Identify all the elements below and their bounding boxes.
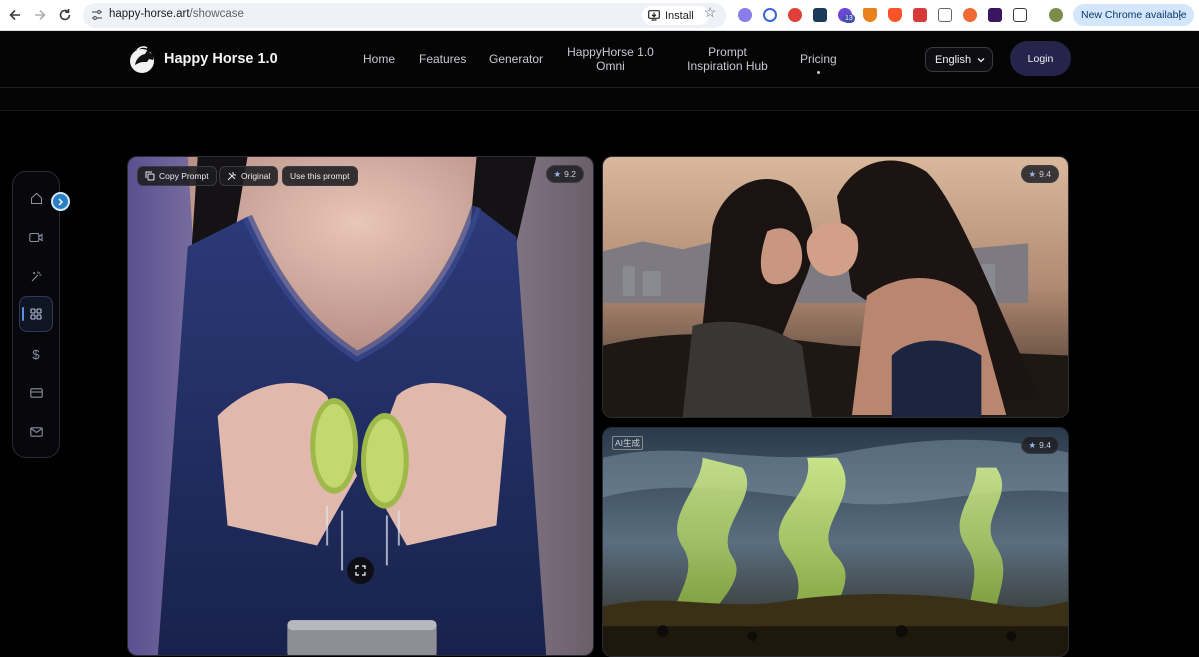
update-label: New Chrome available bbox=[1081, 9, 1187, 21]
chrome-update-button[interactable]: New Chrome available ⋮ bbox=[1073, 4, 1194, 26]
rating-value: 9.2 bbox=[564, 169, 576, 179]
showcase-card[interactable]: ★ 9.4 bbox=[602, 156, 1069, 418]
install-app-button[interactable]: Install bbox=[642, 6, 709, 25]
dock-expand-toggle[interactable] bbox=[51, 192, 70, 211]
more-menu-icon[interactable]: ⋮ bbox=[1174, 8, 1186, 22]
chevron-right-icon bbox=[58, 198, 63, 205]
fullscreen-button[interactable] bbox=[347, 557, 374, 584]
star-icon: ★ bbox=[1028, 439, 1037, 450]
rating-value: 9.4 bbox=[1039, 169, 1051, 179]
video-thumbnail bbox=[603, 157, 1068, 417]
video-icon bbox=[29, 232, 43, 242]
dock-home[interactable] bbox=[25, 187, 47, 209]
login-button[interactable]: Login bbox=[1010, 41, 1071, 76]
magic-off-icon bbox=[227, 172, 236, 181]
use-prompt-button[interactable]: Use this prompt bbox=[282, 166, 358, 186]
rating-badge: ★ 9.2 bbox=[545, 165, 584, 183]
dock-pricing[interactable]: $ bbox=[25, 343, 47, 365]
header-divider-strip bbox=[0, 88, 1199, 111]
grid-icon bbox=[30, 308, 42, 320]
extension-icon[interactable] bbox=[963, 8, 977, 22]
card-icon bbox=[29, 388, 43, 398]
dock-billing[interactable] bbox=[25, 382, 47, 404]
side-dock: $ bbox=[12, 171, 60, 458]
nav-features[interactable]: Features bbox=[419, 52, 466, 66]
profile-avatar[interactable] bbox=[1049, 8, 1063, 22]
nav-generator[interactable]: Generator bbox=[489, 52, 543, 66]
extension-icon[interactable] bbox=[763, 8, 777, 22]
nav-home[interactable]: Home bbox=[363, 52, 395, 66]
dollar-icon: $ bbox=[32, 346, 40, 362]
showcase-card[interactable]: AI生成 ★ 9.4 bbox=[602, 427, 1069, 657]
star-icon: ★ bbox=[553, 168, 562, 179]
copy-prompt-label: Copy Prompt bbox=[159, 171, 209, 181]
forward-arrow-icon[interactable] bbox=[30, 6, 50, 24]
copy-prompt-button[interactable]: Copy Prompt bbox=[137, 166, 217, 186]
back-arrow-icon[interactable] bbox=[5, 6, 25, 24]
video-thumbnail bbox=[603, 428, 1068, 656]
bookmark-star-icon[interactable]: ☆ bbox=[702, 4, 718, 20]
dock-contact[interactable] bbox=[25, 421, 47, 443]
extension-badge: 13 bbox=[843, 14, 855, 23]
extension-icon[interactable] bbox=[813, 8, 827, 22]
star-icon: ★ bbox=[1028, 168, 1037, 179]
browser-toolbar: happy-horse.art/showcase Install ☆ 13 Ne… bbox=[0, 0, 1199, 31]
sparkle-icon bbox=[31, 271, 41, 281]
ai-generated-tag: AI生成 bbox=[612, 436, 644, 450]
language-value: English bbox=[935, 53, 972, 66]
copy-icon bbox=[145, 171, 155, 181]
extension-icon[interactable]: 13 bbox=[838, 8, 855, 23]
address-bar[interactable]: happy-horse.art/showcase Install bbox=[83, 3, 726, 28]
horse-logo-icon[interactable] bbox=[128, 44, 156, 74]
rating-badge: ★ 9.4 bbox=[1020, 436, 1059, 454]
language-select[interactable]: English bbox=[925, 47, 993, 72]
use-prompt-label: Use this prompt bbox=[290, 171, 350, 181]
brand-name[interactable]: Happy Horse 1.0 bbox=[164, 51, 278, 67]
install-label: Install bbox=[665, 9, 694, 22]
brave-icon[interactable] bbox=[888, 8, 902, 22]
mail-icon bbox=[29, 427, 43, 437]
site-header: Happy Horse 1.0 Home Features Generator … bbox=[0, 31, 1199, 88]
adblock-icon[interactable] bbox=[788, 8, 802, 22]
site-settings-icon[interactable] bbox=[91, 9, 103, 21]
extension-icon[interactable] bbox=[913, 8, 927, 22]
url-text: happy-horse.art/showcase bbox=[109, 8, 244, 20]
home-icon bbox=[30, 192, 42, 204]
rating-value: 9.4 bbox=[1039, 440, 1051, 450]
extension-icon[interactable] bbox=[988, 8, 1002, 22]
nav-pricing[interactable]: Pricing bbox=[800, 52, 837, 74]
dock-showcase[interactable] bbox=[19, 296, 53, 332]
puzzle-extensions-icon[interactable] bbox=[1013, 8, 1027, 22]
chevron-down-icon bbox=[977, 57, 985, 62]
original-label: Original bbox=[241, 171, 271, 181]
showcase-card-featured[interactable]: Copy Prompt Original Use this prompt ★ 9… bbox=[127, 156, 594, 656]
expand-icon bbox=[355, 565, 366, 576]
nav-prompt-inspiration-hub[interactable]: Prompt Inspiration Hub bbox=[684, 45, 771, 73]
original-button[interactable]: Original bbox=[219, 166, 279, 186]
nav-happyhorse-omni[interactable]: HappyHorse 1.0 Omni bbox=[567, 45, 654, 73]
dock-generate[interactable] bbox=[25, 265, 47, 287]
metamask-icon[interactable] bbox=[863, 8, 877, 22]
dock-video[interactable] bbox=[25, 226, 47, 248]
reload-icon[interactable] bbox=[55, 6, 75, 24]
extension-icon[interactable] bbox=[738, 8, 752, 22]
rating-badge: ★ 9.4 bbox=[1020, 165, 1059, 183]
translate-icon[interactable] bbox=[938, 8, 952, 22]
install-icon bbox=[648, 10, 660, 21]
